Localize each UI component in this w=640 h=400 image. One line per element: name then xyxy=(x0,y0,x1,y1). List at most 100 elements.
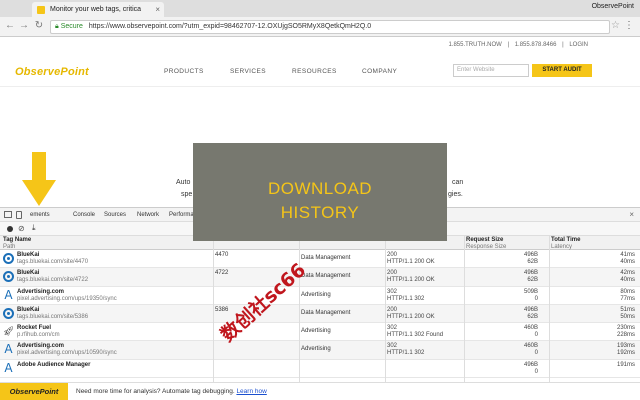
record-icon[interactable] xyxy=(7,226,13,232)
table-row[interactable]: BlueKai tags.bluekai.com/site/5386 5386 Dat… xyxy=(0,304,640,324)
status-text: HTTP/1.1 302 xyxy=(387,350,425,357)
learn-how-link[interactable]: Learn how xyxy=(236,388,266,395)
close-devtools-icon[interactable]: × xyxy=(629,210,634,219)
tag-cell: BlueKai tags.bluekai.com/site/4722 xyxy=(17,270,88,284)
column-tag-name[interactable]: Tag Name Path xyxy=(3,237,31,250)
tab-elements[interactable]: ements xyxy=(30,212,50,218)
back-icon[interactable]: ← xyxy=(4,20,16,31)
account-cell: 4722 xyxy=(215,270,229,277)
url-field[interactable]: 🔒︎ Secure https://www.observepoint.com/?… xyxy=(50,20,610,34)
total-time: 42ms xyxy=(620,270,635,277)
status-text: HTTP/1.1 200 OK xyxy=(387,313,435,320)
table-row[interactable]: A Advertising.com pixel.advertising.com/up… xyxy=(0,287,640,305)
footer-logo: ObservePoint xyxy=(0,383,68,400)
response-size: 0 xyxy=(534,350,538,357)
column-total-time[interactable]: Total Time Latency xyxy=(551,237,580,250)
tag-name: BlueKai xyxy=(17,306,40,313)
tag-cell: Adobe Audience Manager xyxy=(17,362,90,369)
promo-footer: ObservePoint Need more time for analysis… xyxy=(0,382,640,400)
account-cell: 5386 xyxy=(215,306,229,313)
status-code: 200 xyxy=(387,306,398,313)
tab-console[interactable]: Console xyxy=(73,212,95,218)
response-size: 0 xyxy=(534,368,538,375)
table-row[interactable]: BlueKai tags.bluekai.com/site/4470 4470 Dat… xyxy=(0,250,640,269)
request-size: 460B xyxy=(523,325,538,332)
phone-number: 1.855.878.8466 xyxy=(514,42,557,48)
rocket-icon: 🚀︎ xyxy=(3,326,15,337)
browser-tab[interactable]: Monitor your web tags, critica × xyxy=(32,2,164,17)
column-divider xyxy=(464,236,465,382)
total-time: 230ms xyxy=(616,325,635,332)
response-size: 62B xyxy=(527,259,538,265)
bluekai-icon xyxy=(3,271,14,283)
favicon-icon xyxy=(37,6,45,14)
profile-name[interactable]: ObservePoint xyxy=(592,3,634,10)
nav-resources[interactable]: RESOURCES xyxy=(292,68,337,75)
inspect-icon[interactable] xyxy=(4,211,12,218)
site-logo[interactable]: ObservePoint xyxy=(15,66,89,78)
column-request-size[interactable]: Request Size Response Size xyxy=(466,237,506,250)
table-row[interactable]: A Adobe Audience Manager 496B 0 191ms xyxy=(0,360,640,379)
login-link[interactable]: LOGIN xyxy=(569,42,588,48)
request-size: 496B xyxy=(523,306,538,313)
lock-icon: 🔒︎ xyxy=(55,23,59,30)
tab-network[interactable]: Network xyxy=(137,212,159,218)
time-cell: 191ms xyxy=(617,362,635,369)
tag-table: Tag Name Path Request Size Response Size… xyxy=(0,236,640,382)
response-size: 62B xyxy=(527,277,538,284)
response-size: 0 xyxy=(534,295,538,302)
start-audit-button[interactable]: START AUDIT xyxy=(532,64,592,77)
latency: 192ms xyxy=(616,350,635,357)
tab-sources[interactable]: Sources xyxy=(104,212,126,218)
site-header: ObservePoint PRODUCTS SERVICES RESOURCES… xyxy=(0,57,640,87)
status-cell: 200 HTTP/1.1 200 OK xyxy=(387,270,435,284)
status-code: 302 xyxy=(387,288,398,295)
total-time: 41ms xyxy=(620,252,635,258)
tag-name: Advertising.com xyxy=(17,343,65,350)
tag-cell: Rocket Fuel p.rfihub.com/cm xyxy=(17,325,60,339)
close-tab-icon[interactable]: × xyxy=(155,2,160,17)
nav-products[interactable]: PRODUCTS xyxy=(164,68,204,75)
reload-icon[interactable]: ↻ xyxy=(33,20,45,31)
down-arrow-icon xyxy=(22,152,56,206)
forward-icon[interactable]: → xyxy=(18,20,30,31)
clear-icon[interactable]: ⊘ xyxy=(18,224,25,233)
address-bar: ← → ↻ 🔒︎ Secure https://www.observepoint… xyxy=(0,17,640,37)
column-divider xyxy=(213,236,214,382)
header-tag-name: Tag Name xyxy=(3,237,32,243)
device-icon[interactable] xyxy=(16,211,22,219)
column-divider xyxy=(549,236,550,382)
nav-services[interactable]: SERVICES xyxy=(230,68,266,75)
total-time: 51ms xyxy=(620,306,635,313)
tag-cell: Advertising.com pixel.advertising.com/ups… xyxy=(17,343,117,357)
tag-path: tags.bluekai.com/site/5386 xyxy=(17,313,89,320)
table-row[interactable]: 🚀︎ Rocket Fuel p.rfihub.com/cm Advertising 3… xyxy=(0,323,640,342)
tab-performance[interactable]: Performa xyxy=(169,212,194,218)
total-time: 193ms xyxy=(616,343,635,350)
account-cell: 4470 xyxy=(215,252,229,258)
nav-company[interactable]: COMPANY xyxy=(362,68,397,75)
status-cell: 200 HTTP/1.1 200 OK xyxy=(387,307,435,321)
browser-menu-icon[interactable]: ⋮ xyxy=(624,20,634,31)
total-time: 191ms xyxy=(616,361,635,368)
download-icon[interactable]: ⤓ xyxy=(32,223,36,233)
request-size: 460B xyxy=(523,343,538,350)
divider: | xyxy=(507,42,510,48)
tag-name: Adobe Audience Manager xyxy=(17,361,91,368)
footer-text: Need more time for analysis? Automate ta… xyxy=(76,388,235,395)
response-size: 62B xyxy=(527,313,538,320)
bookmark-star-icon[interactable]: ☆ xyxy=(611,20,620,31)
status-code: 200 xyxy=(387,270,398,277)
tag-path: tags.bluekai.com/site/4470 xyxy=(17,259,89,265)
request-size: 496B xyxy=(523,252,538,258)
status-text: HTTP/1.1 200 OK xyxy=(387,259,435,265)
status-text: HTTP/1.1 302 xyxy=(387,295,425,302)
request-size: 496B xyxy=(523,361,538,368)
table-row[interactable]: BlueKai tags.bluekai.com/site/4722 4722 Dat… xyxy=(0,268,640,287)
website-input[interactable]: Enter Website xyxy=(453,64,529,77)
table-row[interactable]: A Advertising.com pixel.advertising.com/up… xyxy=(0,341,640,360)
tag-name: Rocket Fuel xyxy=(17,325,52,332)
url-text: https://www.observepoint.com/?utm_expid=… xyxy=(88,23,372,30)
request-size: 496B xyxy=(523,270,538,277)
hero-text: gies. xyxy=(448,191,463,198)
